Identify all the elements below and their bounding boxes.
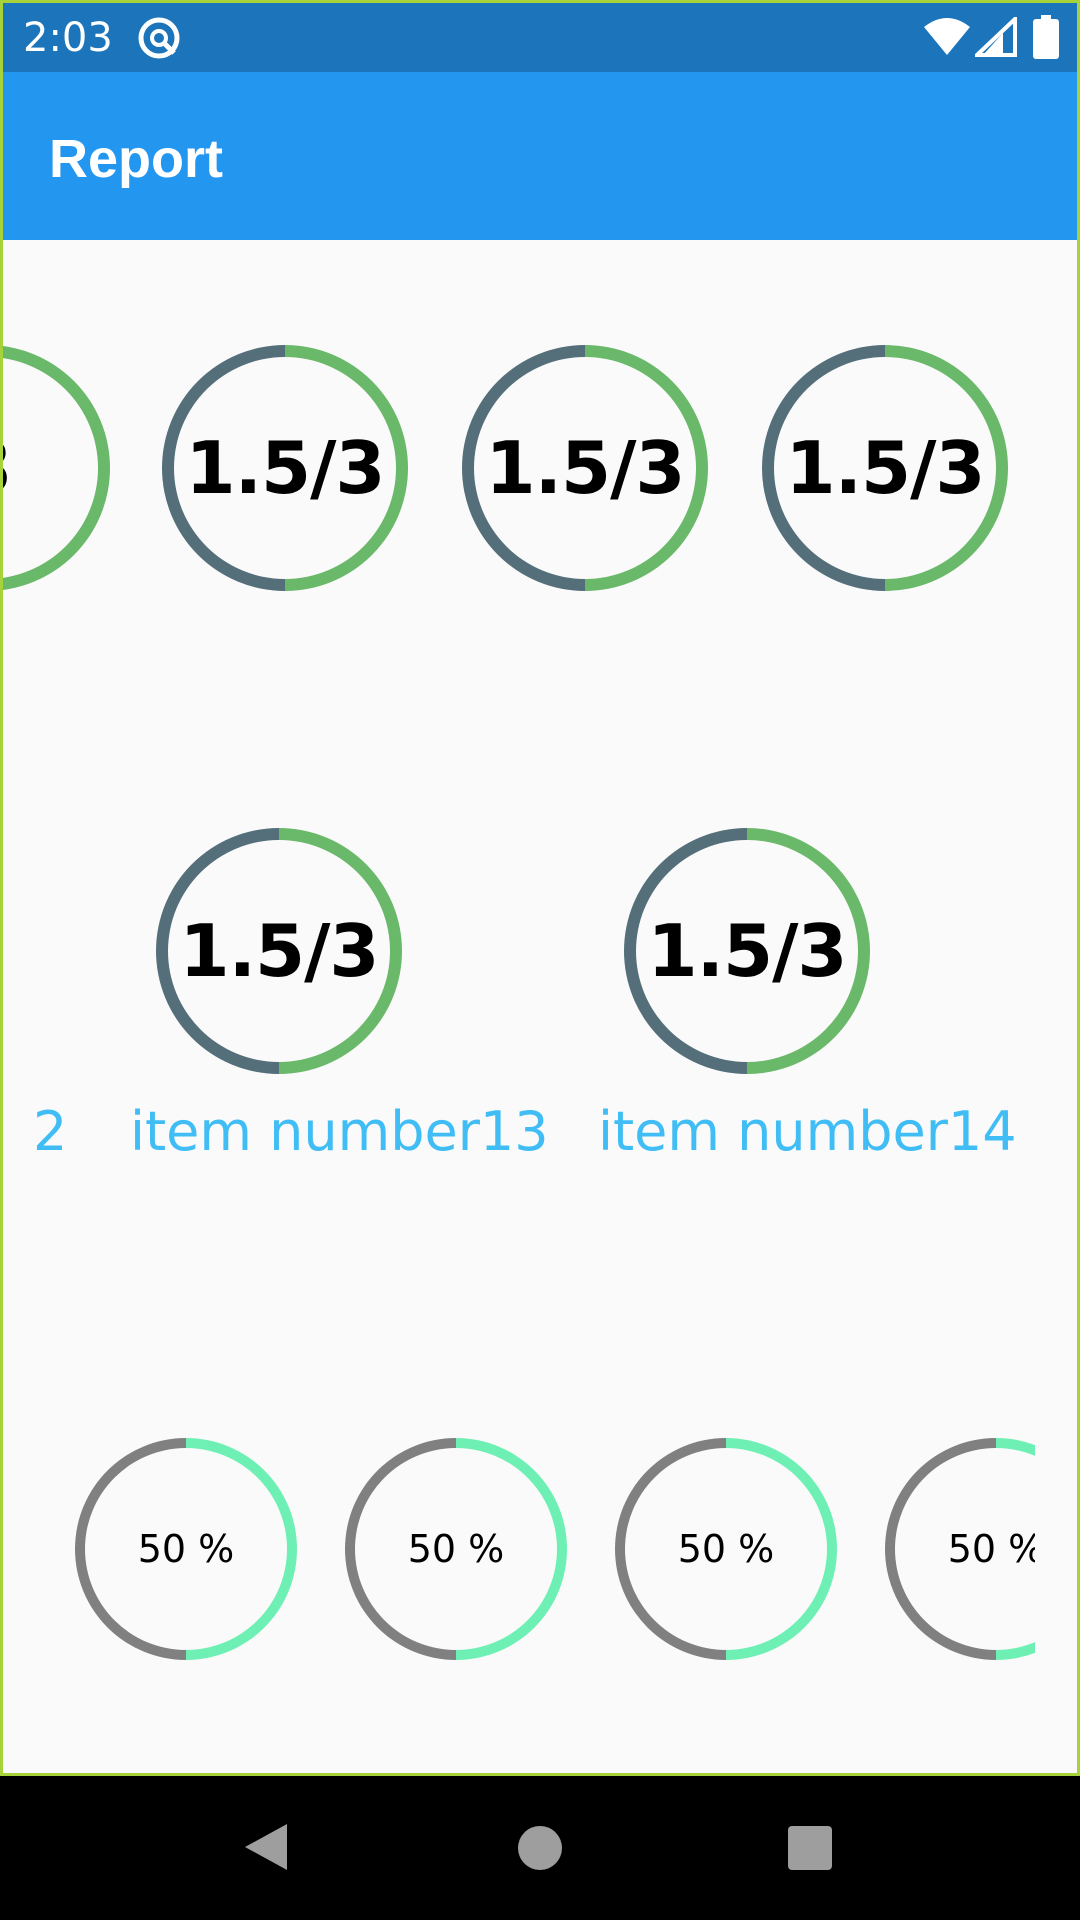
app-bar: Report [3, 72, 1077, 240]
status-time: 2:03 [23, 15, 113, 61]
score-ring-text: 1.5/3 [785, 426, 986, 510]
percent-ring-partial[interactable]: 50 % [885, 1438, 1035, 1660]
percent-ring[interactable]: 50 % [615, 1438, 837, 1660]
wifi-icon [924, 18, 970, 55]
score-ring[interactable]: 1.5/3 [162, 345, 408, 591]
item-label[interactable]: item number14 [598, 1100, 1017, 1163]
item-score-ring-text: 1.5/3 [647, 909, 848, 993]
percent-ring[interactable]: 50 % [75, 1438, 297, 1660]
score-ring-text: 1.5/3 [485, 426, 686, 510]
page-title: Report [49, 129, 223, 189]
percent-ring-text: 50 % [407, 1527, 505, 1571]
score-carousel-top[interactable]: 3 1.5/3 1.5/3 1.5/3 [3, 240, 1077, 660]
screen-frame: 2:03 Report 3 1.5/3 [0, 0, 1080, 1776]
item-carousel[interactable]: 2 1.5/3 item number13 1.5/3 item number1… [3, 660, 1077, 1200]
battery-icon [1033, 15, 1059, 59]
recents-icon[interactable] [788, 1826, 832, 1870]
percent-ring-text: 50 % [947, 1527, 1035, 1571]
percent-ring[interactable]: 50 % [345, 1438, 567, 1660]
item-score-ring-text: 1.5/3 [179, 909, 380, 993]
score-ring-text: 1.5/3 [185, 426, 386, 510]
item-score-ring[interactable]: 1.5/3 [156, 828, 402, 1074]
back-icon[interactable] [243, 1822, 289, 1872]
item-label[interactable]: item number13 [130, 1100, 549, 1163]
percent-ring-text: 50 % [137, 1527, 235, 1571]
cell-signal-icon [975, 17, 1017, 57]
item-label-partial: 2 [33, 1100, 68, 1163]
item-score-ring[interactable]: 1.5/3 [624, 828, 870, 1074]
app-notification-icon [138, 17, 180, 59]
percent-ring-text: 50 % [677, 1527, 775, 1571]
home-icon[interactable] [518, 1826, 562, 1870]
score-ring[interactable]: 1.5/3 [762, 345, 1008, 591]
score-ring[interactable]: 1.5/3 [462, 345, 708, 591]
status-bar: 2:03 [3, 3, 1077, 72]
score-ring-partial[interactable]: 3 [3, 345, 110, 591]
score-ring-partial-text: 3 [3, 345, 110, 591]
percent-carousel[interactable]: 50 % 50 % 50 % 50 % [3, 1393, 1035, 1753]
